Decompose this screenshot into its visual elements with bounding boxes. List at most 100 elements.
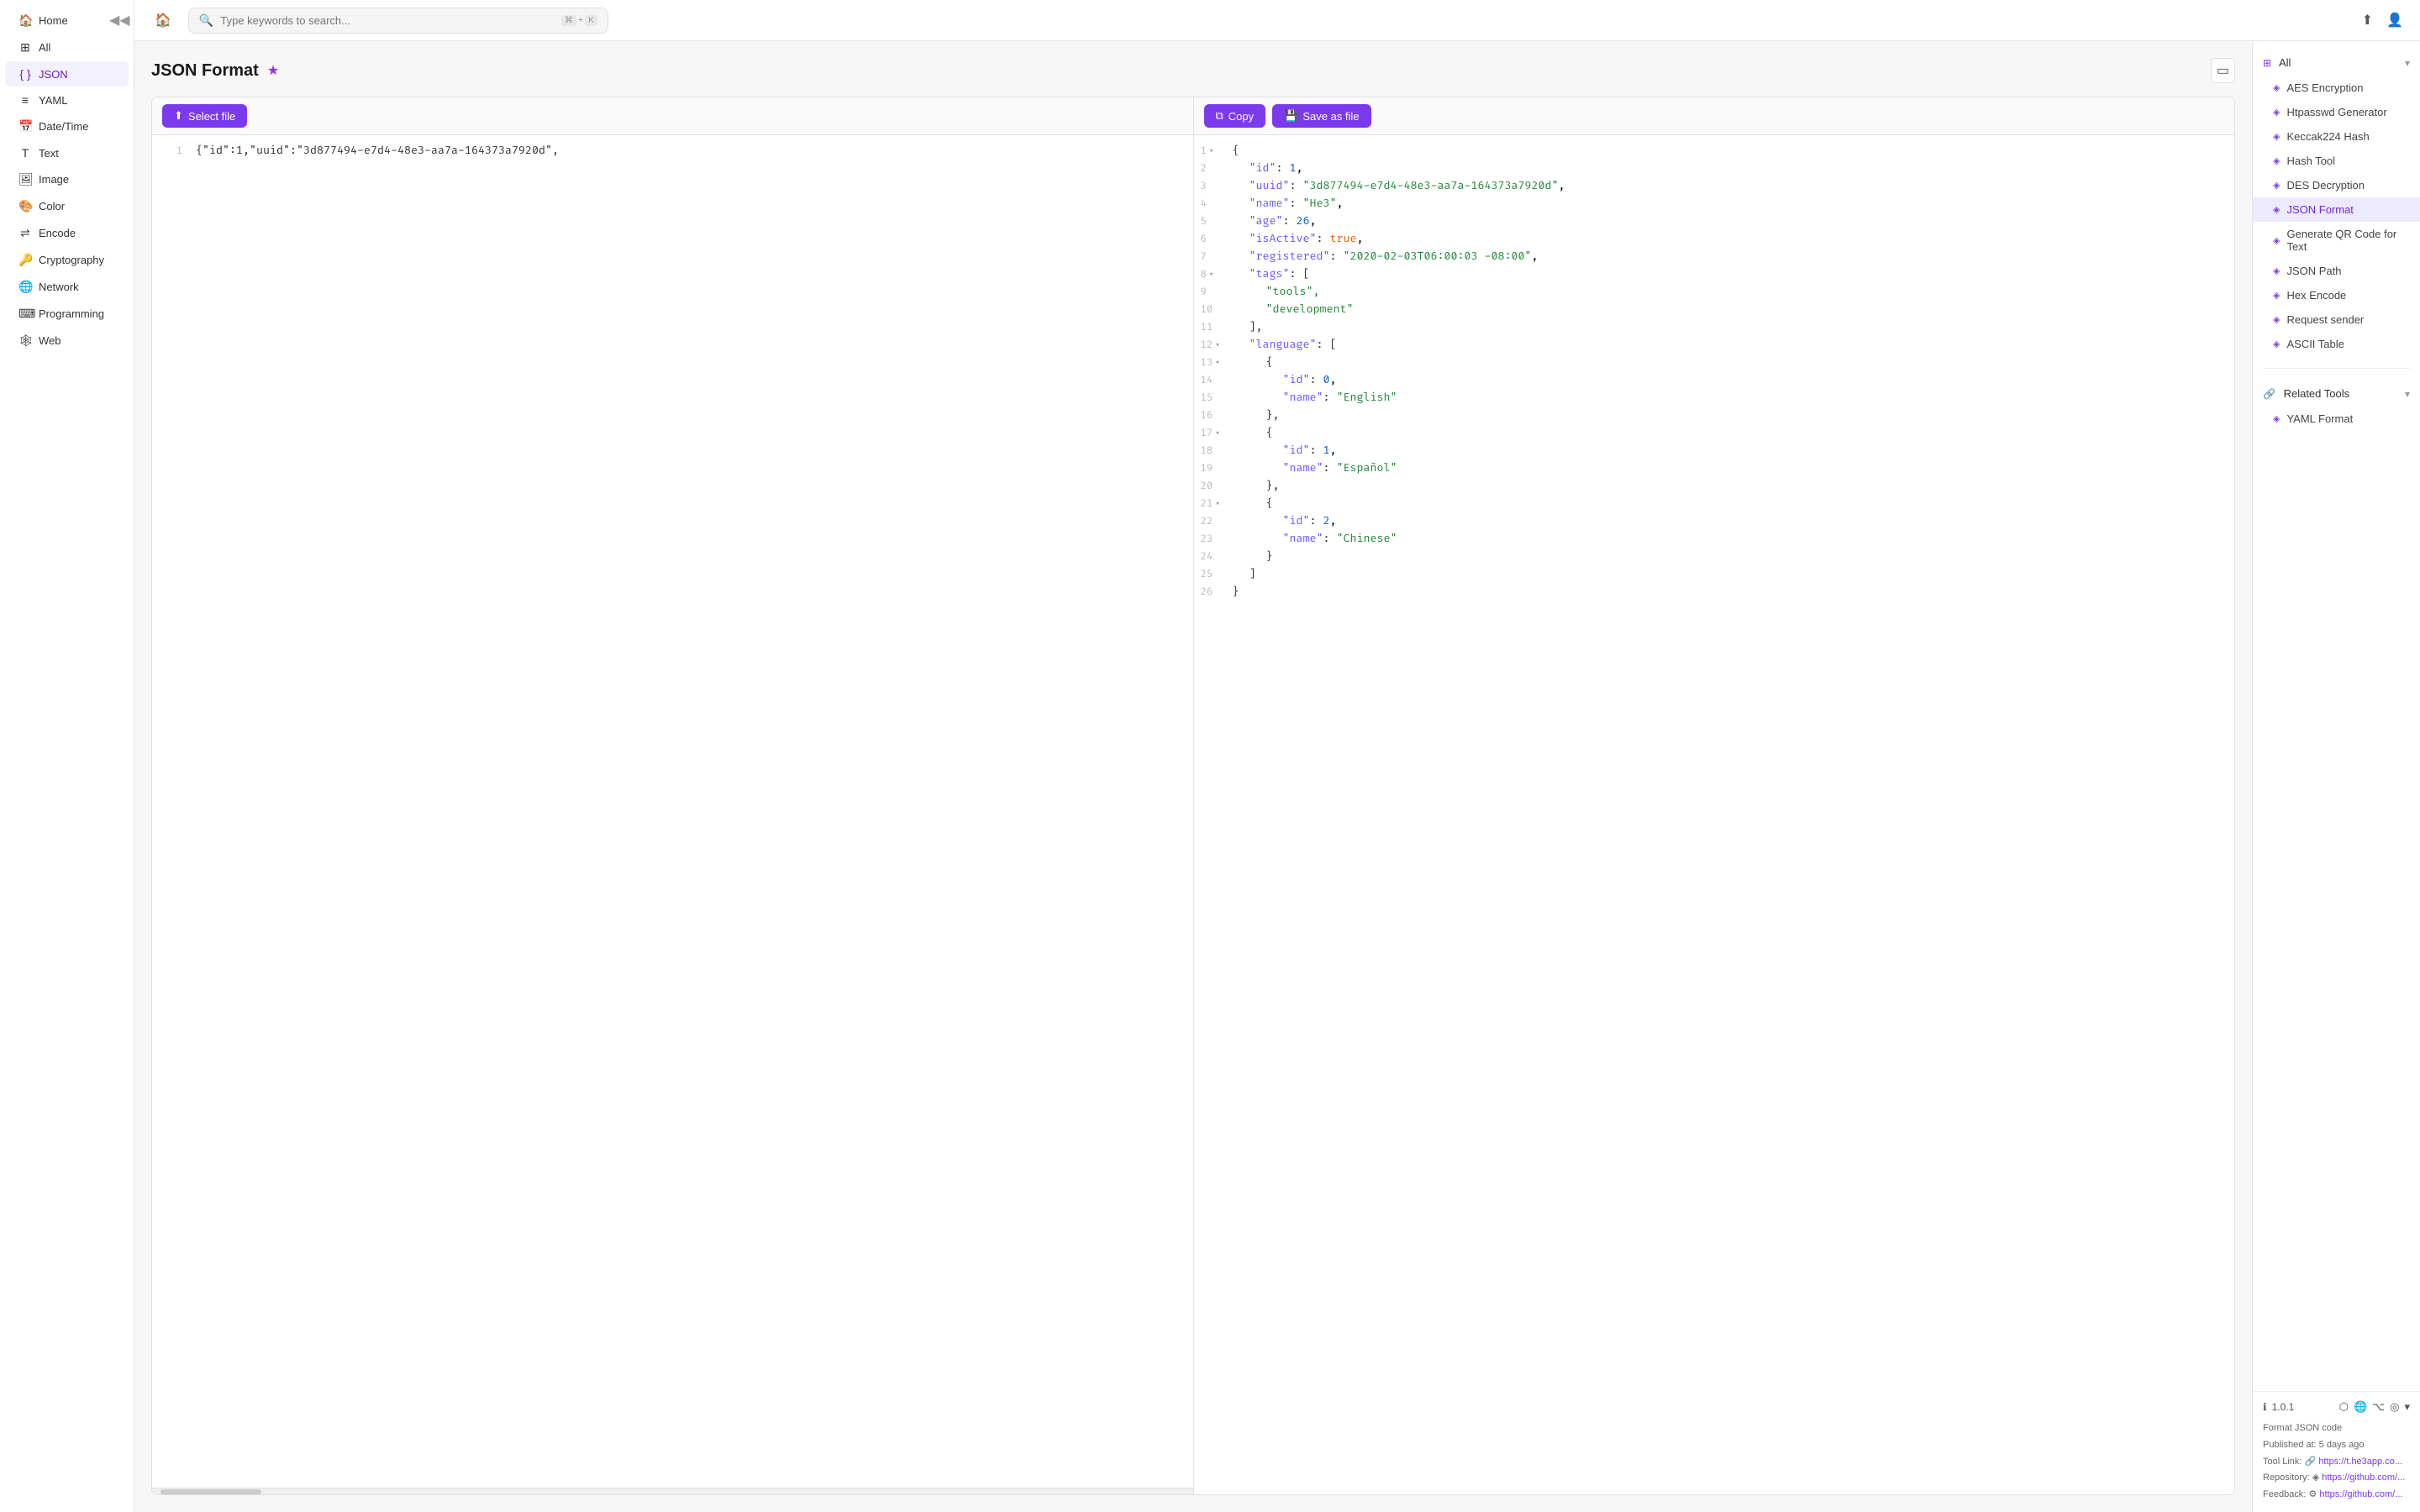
plugin-icon[interactable]: ⬡ <box>2339 1400 2349 1414</box>
output-content-23: "name": "Chinese" <box>1233 530 1397 547</box>
sidebar-item-image[interactable]: 🖼 Image <box>5 166 129 192</box>
topbar: 🏠 🔍 ⌘ + K ⬆ 👤 <box>134 0 2420 41</box>
search-input[interactable] <box>220 14 554 27</box>
rs-item-hex-encode[interactable]: ◈ Hex Encode <box>2253 283 2420 307</box>
rs-label-hex-encode: Hex Encode <box>2286 289 2346 302</box>
output-line-23: 23"name": "Chinese" <box>1194 530 2235 548</box>
user-icon[interactable]: 👤 <box>2383 8 2407 32</box>
select-file-button[interactable]: ⬆ Select file <box>162 104 247 128</box>
editor-panels: ⬆ Select file 1 {"id":1,"uuid":"3d877494… <box>151 97 2235 1495</box>
github-icon[interactable]: ⌥ <box>2372 1400 2385 1414</box>
output-line-11: 11], <box>1194 318 2235 336</box>
sidebar-item-text[interactable]: T Text <box>5 140 129 165</box>
output-line-3: 3"uuid": "3d877494-e7d4-48e3-aa7a-164373… <box>1194 177 2235 195</box>
rs-item-hash[interactable]: ◈ Hash Tool <box>2253 149 2420 173</box>
output-linenum-19: 19 <box>1201 460 1226 477</box>
upload-icon: ⬆ <box>174 109 183 123</box>
output-content-25: ] <box>1233 565 1256 582</box>
cmd-key: ⌘ <box>561 15 576 26</box>
output-line-7: 7"registered": "2020-02-03T06:00:03 -08:… <box>1194 248 2235 265</box>
save-file-button[interactable]: 💾 Save as file <box>1272 104 1370 128</box>
sidebar-icon-web: 🕸 <box>18 333 32 348</box>
footer-icons: ⬡ 🌐 ⌥ ◎ ▾ <box>2339 1400 2410 1414</box>
sidebar-item-cryptography[interactable]: 🔑 Cryptography <box>5 247 129 273</box>
rs-item-htpasswd[interactable]: ◈ Htpasswd Generator <box>2253 100 2420 124</box>
rs-icon-qr-code: ◈ <box>2273 235 2280 246</box>
info-icon: ℹ <box>2263 1401 2267 1413</box>
repo-link[interactable]: https://github.com/... <box>2322 1473 2405 1483</box>
feedback-link[interactable]: https://github.com/... <box>2319 1489 2402 1499</box>
k-key: K <box>585 15 597 26</box>
tool-link[interactable]: https://t.he3app.co... <box>2318 1457 2402 1467</box>
sidebar-item-color[interactable]: 🎨 Color <box>5 193 129 219</box>
rs-item-request-sender[interactable]: ◈ Request sender <box>2253 307 2420 332</box>
fold-arrow-8[interactable]: ▾ <box>1209 266 1213 283</box>
related-section-header[interactable]: 🔗 Related Tools ▾ <box>2253 381 2420 407</box>
globe-icon[interactable]: 🌐 <box>2354 1400 2367 1414</box>
sidebar-label-programming: Programming <box>39 307 104 320</box>
sidebar-item-json[interactable]: { } JSON <box>5 61 129 87</box>
fold-arrow-17[interactable]: ▾ <box>1215 425 1219 442</box>
related-section-expand-icon: ▾ <box>2405 388 2410 400</box>
rs-item-keccak[interactable]: ◈ Keccak224 Hash <box>2253 124 2420 149</box>
repo-icon: ◈ <box>2312 1473 2323 1483</box>
rs-item-aes[interactable]: ◈ AES Encryption <box>2253 76 2420 100</box>
output-content-24: } <box>1233 548 1273 564</box>
sidebar-label-json: JSON <box>39 68 68 81</box>
output-content-1: { <box>1233 142 1239 159</box>
fold-arrow-1[interactable]: ▾ <box>1209 143 1213 160</box>
footer-feedback-row: Feedback: ⚙ https://github.com/... <box>2263 1487 2410 1504</box>
sidebar-item-network[interactable]: 🌐 Network <box>5 274 129 300</box>
output-code-area[interactable]: 1▾{2"id": 1,3"uuid": "3d877494-e7d4-48e3… <box>1194 135 2235 1494</box>
rs-item-json-format[interactable]: ◈ JSON Format <box>2253 197 2420 222</box>
right-sidebar: ⊞ All ▾ ◈ AES Encryption◈ Htpasswd Gener… <box>2252 41 2420 1512</box>
rs-item-qr-code[interactable]: ◈ Generate QR Code for Text <box>2253 222 2420 259</box>
input-code-area[interactable]: 1 {"id":1,"uuid":"3d877494-e7d4-48e3-aa7… <box>152 135 1193 1488</box>
output-content-7: "registered": "2020-02-03T06:00:03 -08:0… <box>1233 248 1539 265</box>
share-icon[interactable]: ⬆ <box>2359 8 2376 32</box>
rs-label-hash: Hash Tool <box>2286 155 2335 167</box>
output-content-4: "name": "He3", <box>1233 195 1344 212</box>
rs-item-json-path[interactable]: ◈ JSON Path <box>2253 259 2420 283</box>
output-linenum-24: 24 <box>1201 549 1226 565</box>
rs-item-des[interactable]: ◈ DES Decryption <box>2253 173 2420 197</box>
output-panel: ⧉ Copy 💾 Save as file 1▾{2"id": 1,3"uuid… <box>1194 97 2235 1494</box>
input-scrollbar[interactable] <box>152 1488 1193 1494</box>
output-line-1: 1▾{ <box>1194 142 2235 160</box>
sidebar-item-datetime[interactable]: 📅 Date/Time <box>5 113 129 139</box>
all-section-header[interactable]: ⊞ All ▾ <box>2253 50 2420 76</box>
rs-icon-aes: ◈ <box>2273 82 2280 93</box>
rs-icon-hash: ◈ <box>2273 155 2280 166</box>
sidebar-item-yaml[interactable]: ≡ YAML <box>5 87 129 113</box>
output-line-18: 18"id": 1, <box>1194 442 2235 459</box>
sidebar-icon-programming: ⌨ <box>18 307 32 321</box>
home-button[interactable]: 🏠 <box>148 7 178 34</box>
topbar-right: ⬆ 👤 <box>2359 8 2407 32</box>
sidebar-item-encode[interactable]: ⇌ Encode <box>5 220 129 246</box>
output-linenum-17: 17▾ <box>1201 425 1226 442</box>
sidebar-item-web[interactable]: 🕸 Web <box>5 328 129 354</box>
fold-arrow-12[interactable]: ▾ <box>1215 337 1219 354</box>
output-linenum-21: 21▾ <box>1201 496 1226 512</box>
output-linenum-11: 11 <box>1201 319 1226 336</box>
check-icon[interactable]: ◎ <box>2390 1400 2399 1414</box>
sidebar-label-encode: Encode <box>39 227 76 239</box>
sidebar-icon-network: 🌐 <box>18 280 32 294</box>
fold-arrow-21[interactable]: ▾ <box>1215 496 1219 512</box>
input-panel: ⬆ Select file 1 {"id":1,"uuid":"3d877494… <box>152 97 1194 1494</box>
rs-related-item-yaml-format[interactable]: ◈ YAML Format <box>2253 407 2420 431</box>
rs-icon-ascii: ◈ <box>2273 339 2280 349</box>
sidebar-item-programming[interactable]: ⌨ Programming <box>5 301 129 327</box>
sidebar-icon-image: 🖼 <box>18 172 32 186</box>
fold-arrow-13[interactable]: ▾ <box>1215 354 1219 371</box>
related-section: 🔗 Related Tools ▾ ◈ YAML Format <box>2253 372 2420 439</box>
rs-item-ascii[interactable]: ◈ ASCII Table <box>2253 332 2420 356</box>
chevron-down-icon[interactable]: ▾ <box>2404 1400 2410 1414</box>
sidebar-item-all[interactable]: ⊞ All <box>5 34 129 60</box>
sidebar-collapse-btn[interactable]: ◀◀ <box>109 12 130 29</box>
layout-toggle-button[interactable]: ▭ <box>2211 58 2235 83</box>
copy-button[interactable]: ⧉ Copy <box>1204 104 1266 128</box>
related-section-icon: 🔗 <box>2263 388 2275 400</box>
favorite-star-icon[interactable]: ★ <box>267 62 279 79</box>
output-linenum-20: 20 <box>1201 478 1226 495</box>
